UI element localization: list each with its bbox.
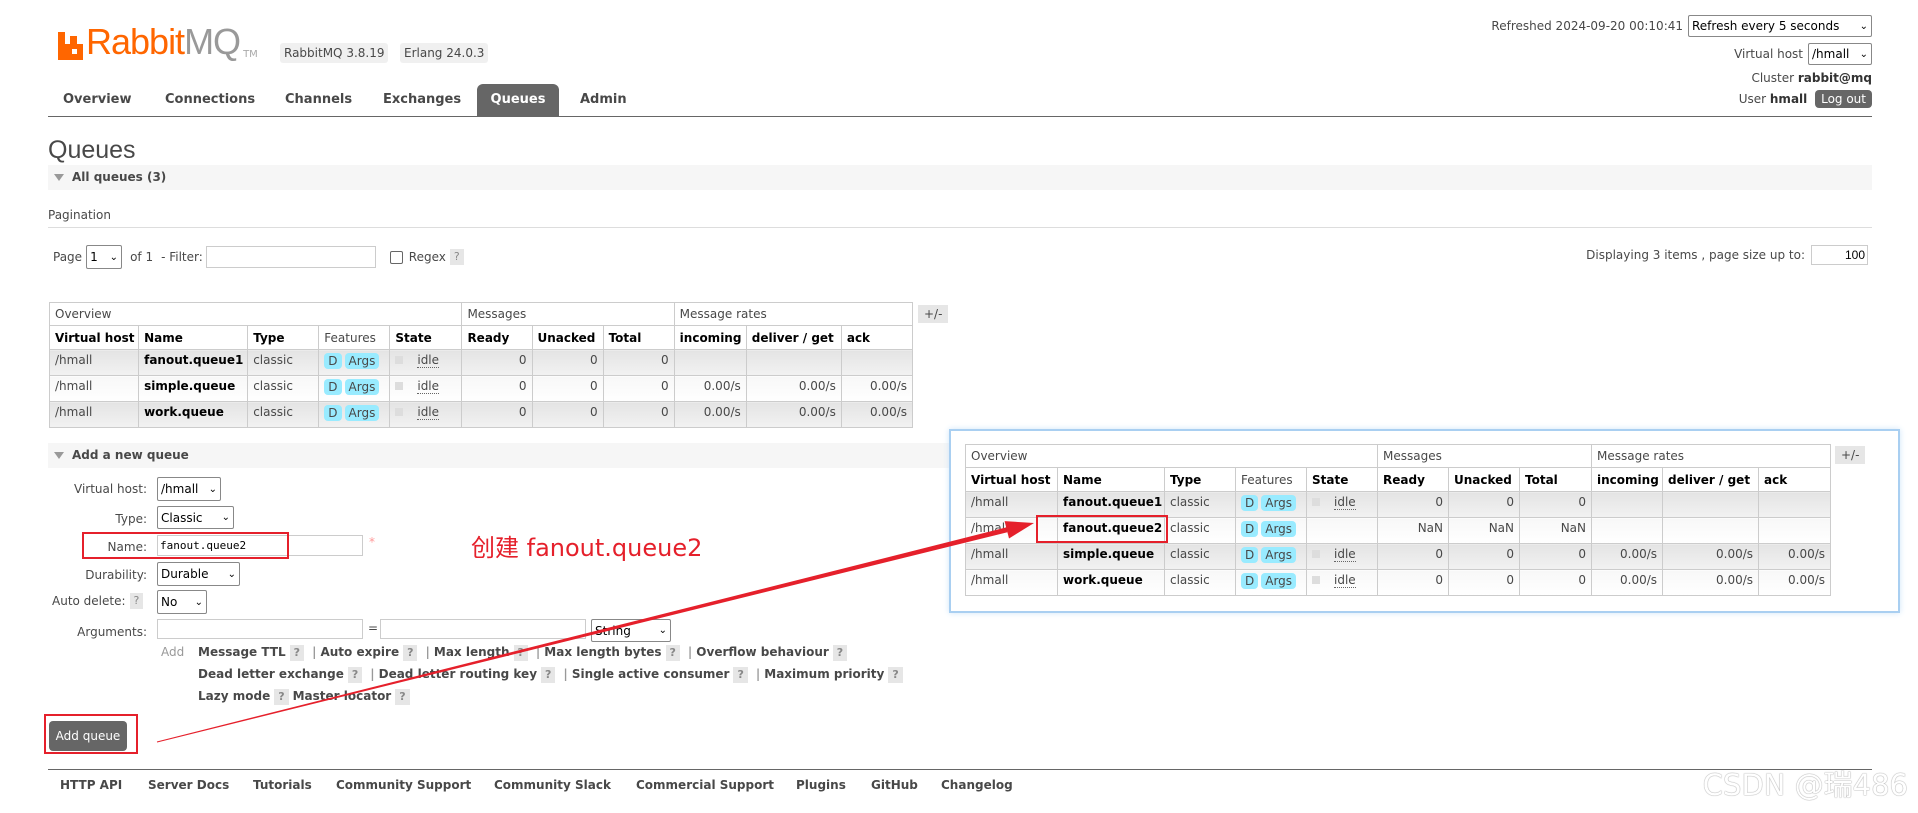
footer-link[interactable]: Server Docs [148, 778, 229, 792]
footer-link[interactable]: GitHub [871, 778, 918, 792]
footer-link[interactable]: Commercial Support [636, 778, 774, 792]
red-arrow-icon [156, 521, 1034, 743]
footer-link[interactable]: Tutorials [253, 778, 312, 792]
footer-divider [48, 769, 1872, 770]
csdn-watermark: CSDN @瑞486 [1702, 768, 1908, 802]
footer-link[interactable]: Community Support [336, 778, 471, 792]
footer-link[interactable]: Plugins [796, 778, 846, 792]
footer-link[interactable]: HTTP API [60, 778, 122, 792]
footer-link[interactable]: Community Slack [494, 778, 611, 792]
footer-link[interactable]: Changelog [941, 778, 1013, 792]
